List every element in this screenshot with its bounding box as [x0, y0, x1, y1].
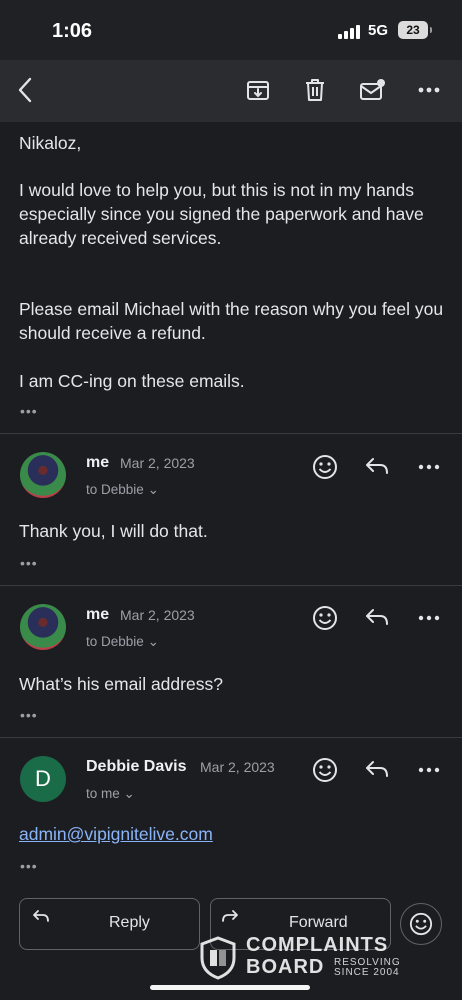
- reply-icon: [33, 910, 49, 922]
- emoji-icon: [313, 758, 337, 782]
- email-link[interactable]: admin@vipignitelive.com: [19, 822, 444, 846]
- archive-icon: [247, 81, 269, 100]
- message-body-paragraph: I would love to help you, but this is no…: [19, 180, 424, 248]
- reply-button[interactable]: [362, 603, 392, 633]
- chevron-down-icon: ⌄: [123, 786, 135, 801]
- recipient-toggle[interactable]: to Debbie ⌄: [86, 634, 159, 650]
- watermark-tag2: SINCE 2004: [334, 967, 400, 978]
- status-bar: 1:06 5G 23: [0, 0, 462, 60]
- watermark-tagline: RESOLVING SINCE 2004: [334, 958, 401, 978]
- shield-logo-icon: [200, 936, 236, 980]
- emoji-reaction-button[interactable]: [310, 755, 340, 785]
- message-date: Mar 2, 2023: [120, 455, 195, 471]
- avatar[interactable]: [20, 452, 66, 498]
- emoji-icon: [313, 455, 337, 479]
- sender-name: Debbie Davis: [86, 758, 187, 775]
- emoji-reaction-button[interactable]: [310, 452, 340, 482]
- message-more-button[interactable]: [414, 452, 444, 482]
- message-date: Mar 2, 2023: [120, 607, 195, 623]
- show-trimmed-content[interactable]: •••: [20, 555, 38, 571]
- watermark-line2: BOARD: [246, 956, 325, 978]
- divider: [0, 433, 462, 434]
- avatar[interactable]: D: [20, 756, 66, 802]
- chevron-down-icon: ⌄: [147, 634, 159, 649]
- chevron-down-icon: ⌄: [147, 482, 159, 497]
- reply-button[interactable]: [362, 755, 392, 785]
- recipient-label: to Debbie: [86, 634, 144, 649]
- message-body: What’s his email address?: [19, 674, 223, 694]
- signal-icon: [338, 25, 362, 39]
- show-trimmed-content[interactable]: •••: [20, 403, 38, 419]
- more-horizontal-icon: [418, 615, 440, 621]
- recipient-label: to me: [86, 786, 120, 801]
- battery-icon: 23: [398, 21, 432, 39]
- home-indicator[interactable]: [150, 985, 310, 990]
- more-horizontal-icon: [418, 87, 440, 93]
- show-trimmed-content[interactable]: •••: [20, 858, 38, 874]
- network-label: 5G: [368, 22, 389, 39]
- complaints-board-watermark: COMPLAINTS BOARD RESOLVING SINCE 2004: [200, 934, 420, 982]
- forward-label: Forward: [289, 914, 348, 931]
- mark-unread-button[interactable]: [354, 72, 390, 108]
- emoji-icon: [313, 606, 337, 630]
- emoji-icon: [409, 912, 433, 936]
- archive-button[interactable]: [240, 72, 276, 108]
- message-more-button[interactable]: [414, 755, 444, 785]
- divider: [0, 585, 462, 586]
- message-body-line: Nikaloz,: [19, 133, 82, 153]
- back-button[interactable]: [8, 72, 44, 108]
- reply-label: Reply: [109, 914, 150, 931]
- reply-icon: [366, 458, 388, 474]
- emoji-reaction-button[interactable]: [310, 603, 340, 633]
- more-horizontal-icon: [418, 464, 440, 470]
- mail-unread-icon: [360, 79, 385, 100]
- message-body: Thank you, I will do that.: [19, 521, 208, 541]
- more-horizontal-icon: [418, 767, 440, 773]
- sender-name: me: [86, 606, 110, 623]
- more-options-button[interactable]: [411, 72, 447, 108]
- reply-button[interactable]: [362, 452, 392, 482]
- divider: [0, 737, 462, 738]
- sender-name: me: [86, 454, 110, 471]
- show-trimmed-content[interactable]: •••: [20, 707, 38, 723]
- reply-icon: [366, 761, 388, 777]
- reply-all-bottom-button[interactable]: Reply: [19, 898, 200, 950]
- message-body-paragraph: Please email Michael with the reason why…: [19, 299, 444, 343]
- message-body-line: I am CC-ing on these emails.: [19, 371, 245, 391]
- trash-icon: [306, 79, 324, 101]
- recipient-toggle[interactable]: to Debbie ⌄: [86, 482, 159, 498]
- message-more-button[interactable]: [414, 603, 444, 633]
- delete-button[interactable]: [297, 72, 333, 108]
- status-time: 1:06: [52, 20, 93, 42]
- avatar[interactable]: [20, 604, 66, 650]
- watermark-line1: COMPLAINTS: [246, 934, 389, 956]
- reply-icon: [366, 609, 388, 625]
- chevron-left-icon: [18, 77, 32, 103]
- message-date: Mar 2, 2023: [200, 759, 275, 775]
- recipient-label: to Debbie: [86, 482, 144, 497]
- forward-icon: [222, 910, 238, 922]
- toolbar: [0, 60, 462, 122]
- recipient-toggle[interactable]: to me ⌄: [86, 786, 135, 802]
